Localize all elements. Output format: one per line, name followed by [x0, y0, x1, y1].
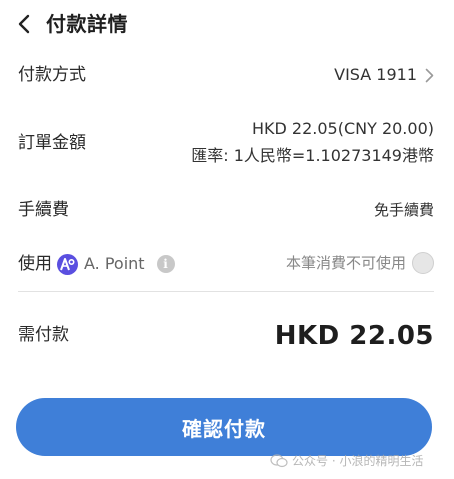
- chevron-right-icon: [425, 68, 434, 82]
- apoint-name: A. Point: [84, 254, 145, 273]
- fee-value: 免手續費: [373, 201, 434, 219]
- confirm-payment-button[interactable]: 確認付款: [16, 398, 432, 456]
- fee-label: 手續費: [18, 200, 69, 220]
- watermark-text: 公众号 · 小浪的精明生活: [292, 454, 424, 468]
- info-icon[interactable]: i: [156, 255, 175, 273]
- points-row: 使用 A. Point i 本筆消費不可使用: [18, 252, 434, 278]
- payment-method-value: VISA 1911: [334, 65, 417, 84]
- total-row: 需付款 HKD 22.05: [18, 320, 434, 354]
- page-title: 付款詳情: [46, 12, 128, 36]
- exchange-rate-text: 匯率: 1人民幣=1.10273149港幣: [191, 146, 434, 165]
- order-amount-row: 訂單金額 HKD 22.05(CNY 20.00) 匯率: 1人民幣=1.102…: [18, 118, 434, 170]
- chevron-left-icon: [18, 14, 30, 34]
- divider: [18, 291, 434, 292]
- total-value: HKD 22.05: [274, 321, 434, 351]
- order-amount-label: 訂單金額: [18, 133, 86, 153]
- points-toggle[interactable]: [412, 252, 434, 274]
- payment-method-row[interactable]: 付款方式 VISA 1911: [18, 63, 434, 87]
- apoint-logo-icon: [57, 253, 78, 275]
- watermark: 公众号 · 小浪的精明生活: [270, 453, 423, 469]
- points-use-label: 使用: [18, 254, 52, 274]
- header: 付款詳情: [0, 0, 454, 48]
- back-button[interactable]: [10, 10, 38, 38]
- fee-row: 手續費 免手續費: [18, 198, 434, 222]
- total-label: 需付款: [18, 325, 69, 345]
- points-unavailable-note: 本筆消費不可使用: [285, 254, 406, 272]
- payment-method-label: 付款方式: [18, 65, 86, 85]
- confirm-payment-label: 確認付款: [182, 416, 266, 441]
- order-amount-value: HKD 22.05(CNY 20.00): [251, 119, 434, 138]
- wechat-icon: [270, 454, 288, 468]
